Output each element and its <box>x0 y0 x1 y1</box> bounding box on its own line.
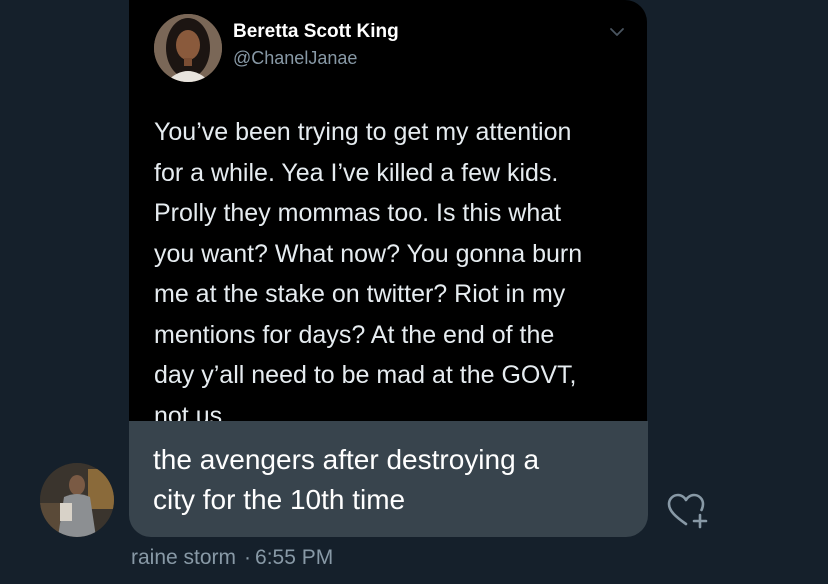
profile-photo-icon <box>40 463 114 537</box>
message-text-line: the avengers after destroying a <box>153 444 540 475</box>
tweet-text-line: mentions for days? At the end of the <box>154 320 555 349</box>
dm-conversation: Beretta Scott King @ChanelJanae You’ve b… <box>0 0 828 584</box>
tweet-text-line: for a while. Yea I’ve killed a few kids. <box>154 158 559 187</box>
chevron-down-icon[interactable] <box>609 26 625 38</box>
message-text: the avengers after destroying a city for… <box>153 440 628 520</box>
heart-plus-icon[interactable] <box>664 491 710 531</box>
meta-separator: · <box>244 546 252 569</box>
tweet-text-line: Prolly they mommas too. Is this what <box>154 199 562 227</box>
message-timestamp: 6:55 PM <box>255 546 334 569</box>
tweet-author-avatar[interactable] <box>154 14 222 82</box>
tweet-text-line: you want? What now? You gonna burn <box>154 239 583 268</box>
message-bubble[interactable]: the avengers after destroying a city for… <box>129 421 648 537</box>
profile-photo-icon <box>154 14 222 82</box>
tweet-author-handle[interactable]: @ChanelJanae <box>233 48 357 69</box>
quoted-tweet-card[interactable]: Beretta Scott King @ChanelJanae You’ve b… <box>129 0 647 430</box>
tweet-text-line: day y’all need to be mad at the GOVT, <box>154 361 577 389</box>
sender-name[interactable]: raine storm <box>131 546 236 569</box>
message-text-line: city for the 10th time <box>153 484 406 515</box>
tweet-text-line: me at the stake on twitter? Riot in my <box>154 280 566 308</box>
tweet-text: You’ve been trying to get my attention f… <box>154 112 634 430</box>
tweet-text-line: You’ve been trying to get my attention <box>154 118 572 146</box>
sender-avatar[interactable] <box>40 463 114 537</box>
message-meta: raine storm · 6:55 PM <box>131 546 333 570</box>
tweet-author-name[interactable]: Beretta Scott King <box>233 21 399 43</box>
